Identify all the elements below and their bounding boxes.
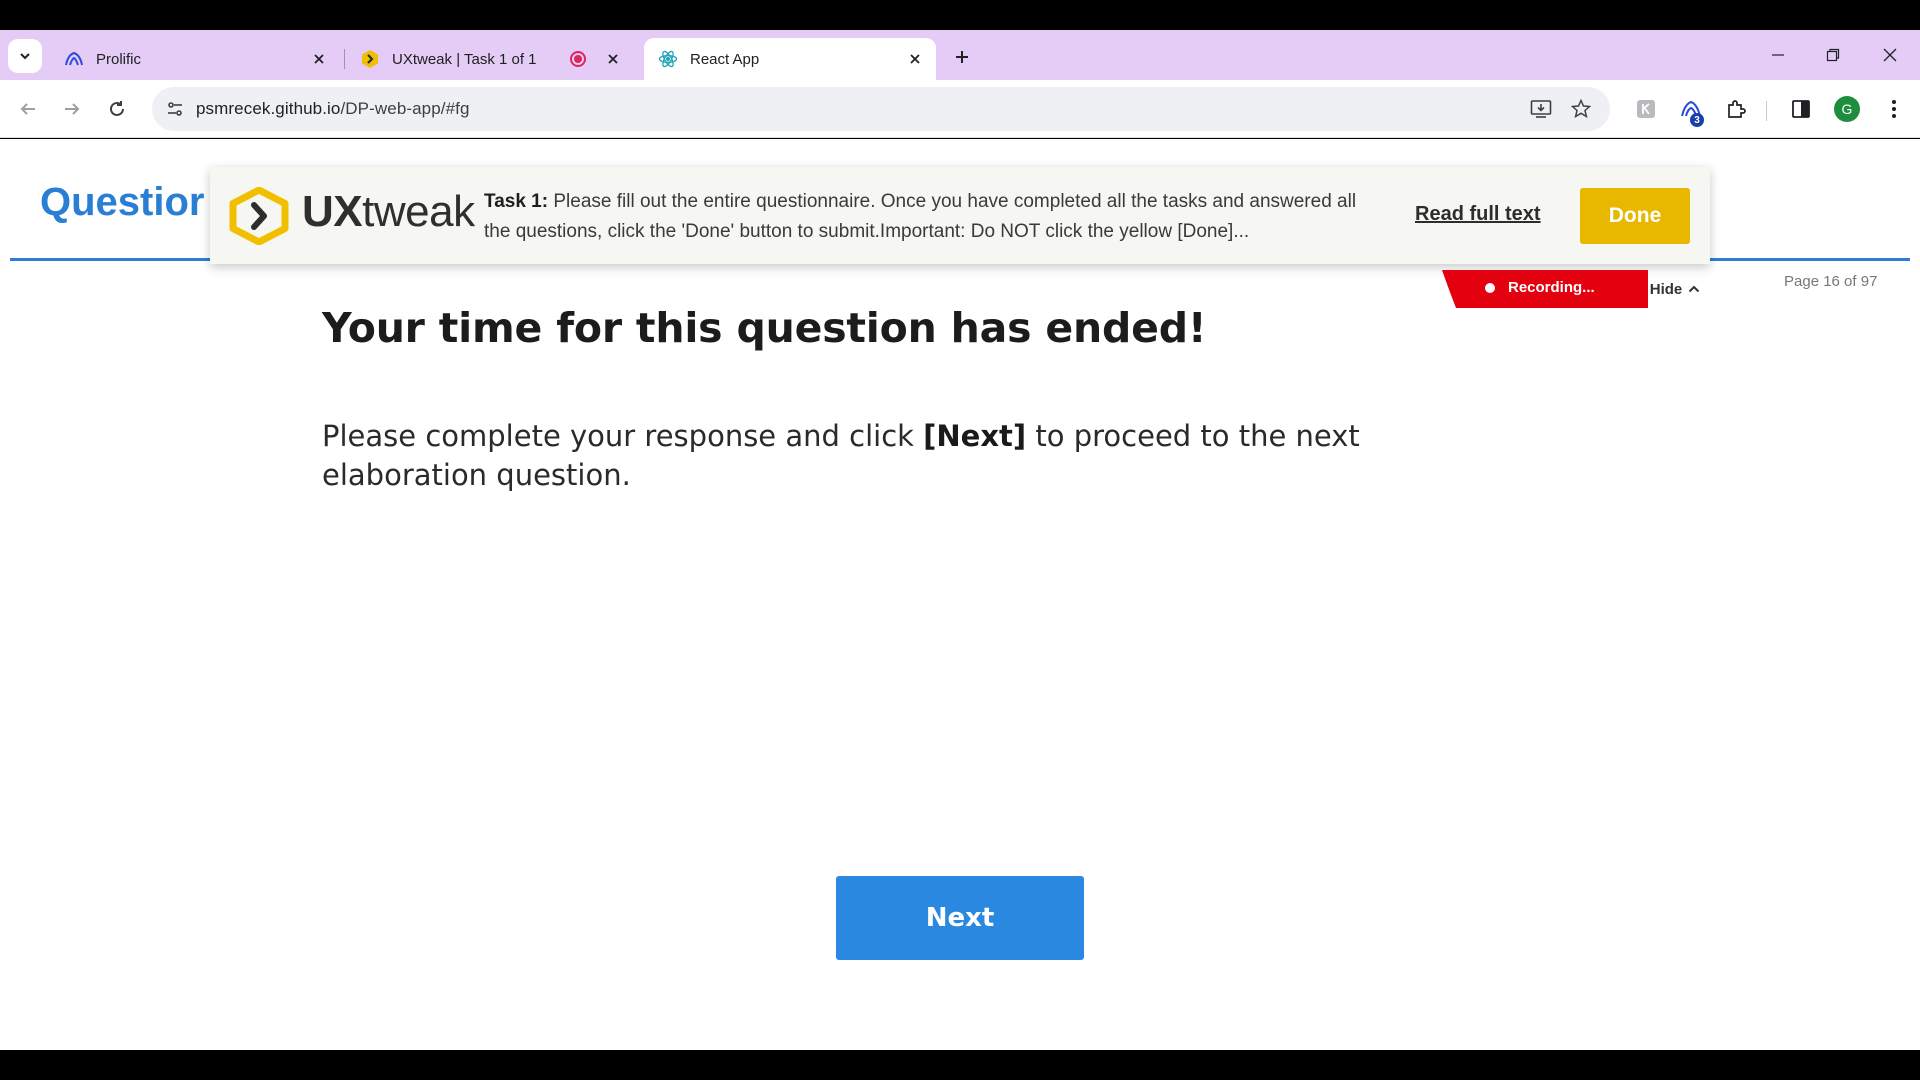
close-tab-icon[interactable] bbox=[600, 46, 626, 72]
wordmark-bold: UX bbox=[302, 187, 363, 236]
url-path: /DP-web-app/#fg bbox=[340, 99, 470, 118]
prolific-icon bbox=[64, 49, 84, 69]
next-button[interactable]: Next bbox=[836, 876, 1084, 960]
close-icon bbox=[1883, 48, 1897, 62]
time-ended-heading: Your time for this question has ended! bbox=[322, 304, 1207, 352]
site-info-icon[interactable] bbox=[160, 94, 190, 124]
tab-prolific[interactable]: Prolific bbox=[50, 38, 340, 80]
page-title: Questior bbox=[40, 180, 205, 224]
url-domain: psmrecek.github.io bbox=[196, 99, 341, 118]
tab-search-button[interactable] bbox=[8, 39, 42, 73]
kebab-menu-icon bbox=[1892, 100, 1896, 118]
extension-k-icon bbox=[1637, 100, 1655, 118]
profile-avatar[interactable]: G bbox=[1834, 96, 1860, 122]
extension-badge: 3 bbox=[1690, 113, 1704, 127]
reload-icon bbox=[110, 101, 124, 116]
tab-react-app[interactable]: React App bbox=[644, 38, 936, 80]
wordmark-light: tweak bbox=[362, 187, 475, 236]
arrow-right-icon bbox=[65, 103, 80, 115]
menu-button[interactable] bbox=[1878, 93, 1910, 125]
task-label: Task 1: bbox=[484, 191, 549, 212]
extension-grey-button[interactable] bbox=[1630, 93, 1662, 125]
uxtweak-icon bbox=[360, 49, 380, 69]
puzzle-icon bbox=[1728, 100, 1746, 118]
recording-dot-icon bbox=[1485, 282, 1495, 293]
minimize-button[interactable] bbox=[1758, 40, 1798, 70]
chevron-up-icon bbox=[1689, 285, 1700, 293]
instruction-part: Please complete your response and click bbox=[322, 419, 924, 453]
browser-toolbar: psmrecek.github.io/DP-web-app/#fg 3 G bbox=[0, 80, 1920, 138]
reload-button[interactable] bbox=[101, 93, 133, 125]
tab-uxtweak[interactable]: UXtweak | Task 1 of 1 bbox=[346, 38, 634, 80]
recording-status: Recording... bbox=[1485, 279, 1595, 296]
tab-title: React App bbox=[690, 50, 760, 68]
tab-strip: Prolific UXtweak | Task 1 of 1 React App bbox=[0, 30, 1920, 80]
task-text: Please fill out the entire questionnaire… bbox=[484, 191, 1357, 242]
restore-icon bbox=[1826, 48, 1840, 62]
close-tab-icon[interactable] bbox=[902, 46, 928, 72]
screen-bottom-bar bbox=[0, 1050, 1920, 1080]
tab-title: Prolific bbox=[96, 50, 142, 68]
arrow-left-icon bbox=[20, 103, 35, 115]
bookmark-star-icon[interactable] bbox=[1566, 94, 1596, 124]
forward-button[interactable] bbox=[56, 93, 88, 125]
back-button[interactable] bbox=[12, 93, 44, 125]
address-bar[interactable]: psmrecek.github.io/DP-web-app/#fg bbox=[152, 87, 1610, 131]
uxtweak-logo-icon bbox=[229, 187, 289, 245]
minimize-icon bbox=[1772, 54, 1784, 56]
chevron-down-icon bbox=[20, 53, 30, 60]
uxtweak-wordmark: UXtweak bbox=[302, 187, 475, 237]
recording-icon bbox=[570, 51, 586, 67]
web-page: Questior Page 16 of 97 Your time for thi… bbox=[0, 139, 1920, 1050]
tab-separator bbox=[344, 49, 345, 69]
page-indicator: Page 16 of 97 bbox=[1784, 273, 1878, 290]
uxtweak-task-bar: UXtweak Task 1: Please fill out the enti… bbox=[210, 167, 1710, 264]
extensions-button[interactable] bbox=[1720, 93, 1752, 125]
hide-label: Hide bbox=[1649, 280, 1683, 298]
restore-button[interactable] bbox=[1813, 40, 1853, 70]
task-description: Task 1: Please fill out the entire quest… bbox=[484, 187, 1384, 247]
hide-toggle-button[interactable]: Hide bbox=[1632, 270, 1718, 308]
install-app-icon[interactable] bbox=[1526, 94, 1556, 124]
plus-icon bbox=[956, 51, 968, 63]
url-text: psmrecek.github.io/DP-web-app/#fg bbox=[196, 99, 470, 119]
instruction-bold: [Next] bbox=[923, 419, 1027, 453]
close-tab-icon[interactable] bbox=[306, 46, 332, 72]
react-icon bbox=[658, 49, 678, 69]
close-window-button[interactable] bbox=[1870, 40, 1910, 70]
new-tab-button[interactable] bbox=[948, 43, 976, 71]
done-button[interactable]: Done bbox=[1580, 188, 1690, 244]
screen: Prolific UXtweak | Task 1 of 1 React App bbox=[0, 0, 1920, 1080]
tab-title: UXtweak | Task 1 of 1 bbox=[392, 50, 537, 68]
toolbar-divider bbox=[1766, 101, 1767, 121]
recording-label: Recording... bbox=[1508, 279, 1595, 296]
side-panel-icon bbox=[1792, 100, 1810, 118]
side-panel-button[interactable] bbox=[1785, 93, 1817, 125]
instruction-text: Please complete your response and click … bbox=[322, 417, 1522, 495]
read-full-text-link[interactable]: Read full text bbox=[1415, 203, 1541, 226]
